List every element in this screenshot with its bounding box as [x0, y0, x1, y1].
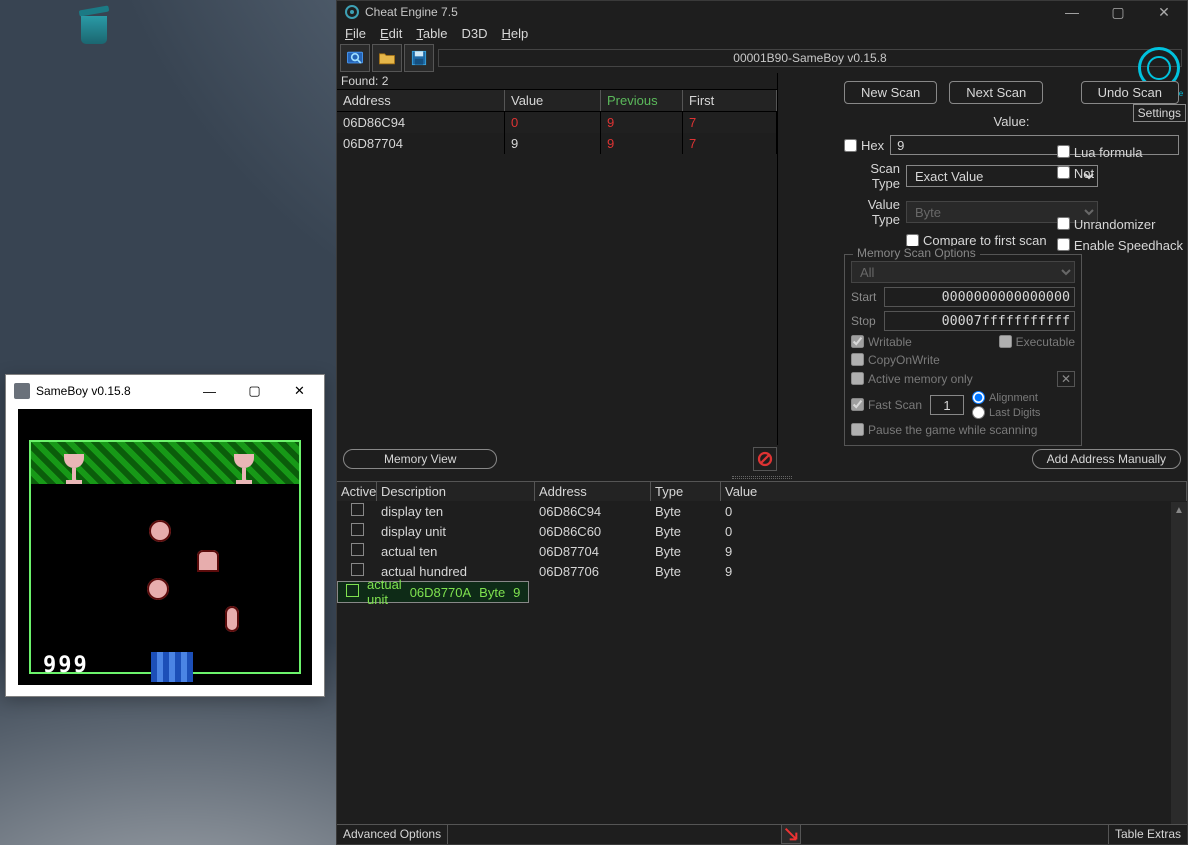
add-address-manually-button[interactable]: Add Address Manually: [1032, 449, 1181, 469]
found-label: Found: 2: [337, 73, 777, 89]
menu-help[interactable]: Help: [501, 26, 528, 41]
memory-view-button[interactable]: Memory View: [343, 449, 497, 469]
trophy-sprite: [229, 454, 259, 490]
executable-checkbox: [999, 335, 1012, 348]
cheat-row[interactable]: display unit06D86C60Byte0: [337, 521, 1187, 541]
menu-d3d[interactable]: D3D: [461, 26, 487, 41]
maximize-button[interactable]: ▢: [232, 376, 277, 406]
score-text: 999: [43, 653, 89, 678]
fastscan-value-input[interactable]: [930, 395, 964, 415]
table-extras-button[interactable]: Table Extras: [1108, 825, 1187, 844]
ce-titlebar[interactable]: Cheat Engine 7.5 — ▢ ✕: [337, 1, 1187, 23]
lastdigits-radio[interactable]: [972, 406, 985, 419]
activeonly-checkbox: [851, 372, 864, 385]
enemy-sprite: [197, 550, 219, 572]
add-to-list-button[interactable]: [781, 824, 801, 844]
alignment-radio[interactable]: [972, 391, 985, 404]
scan-stop-input[interactable]: [884, 311, 1075, 331]
toolbar: 00001B90-SameBoy v0.15.8: [337, 43, 1187, 73]
minimize-button[interactable]: —: [1049, 1, 1095, 23]
sameboy-title: SameBoy v0.15.8: [36, 384, 131, 398]
scan-region-select: All: [851, 261, 1075, 283]
hex-checkbox[interactable]: [844, 139, 857, 152]
menu-file[interactable]: File: [345, 26, 366, 41]
game-viewport: 999: [18, 409, 312, 685]
value-label: Value:: [994, 114, 1030, 129]
cheat-row[interactable]: actual unit06D8770AByte9: [337, 581, 529, 603]
cheat-row[interactable]: actual hundred06D87706Byte9: [337, 561, 1187, 581]
waterfall-tile: [151, 652, 193, 682]
valuetype-label: Value Type: [844, 197, 900, 227]
scroll-up-icon[interactable]: ▲: [1171, 502, 1187, 518]
cheat-row[interactable]: display ten06D86C94Byte0: [337, 501, 1187, 521]
ce-title: Cheat Engine 7.5: [365, 5, 458, 19]
fastscan-checkbox: [851, 398, 864, 411]
open-file-button[interactable]: [372, 44, 402, 72]
cheat-row[interactable]: actual ten06D87704Byte9: [337, 541, 1187, 561]
scantype-label: Scan Type: [844, 161, 900, 191]
copyonwrite-checkbox: [851, 353, 864, 366]
cheat-table-header[interactable]: Active Description Address Type Value: [337, 482, 1187, 501]
disable-icon[interactable]: [753, 447, 777, 471]
projectile-sprite: [225, 606, 239, 632]
save-button[interactable]: [404, 44, 434, 72]
advanced-options-button[interactable]: Advanced Options: [337, 825, 448, 844]
active-checkbox[interactable]: [351, 523, 364, 536]
pause-checkbox: [851, 423, 864, 436]
status-bar: Advanced Options Table Extras: [337, 824, 1187, 844]
col-address[interactable]: Address: [337, 90, 505, 111]
col-value[interactable]: Value: [505, 90, 601, 111]
memory-scan-options: Memory Scan Options All Start Stop Writa…: [844, 254, 1082, 446]
clear-icon[interactable]: ✕: [1057, 371, 1075, 387]
trophy-sprite: [59, 454, 89, 490]
result-row[interactable]: 06D86C94097: [337, 112, 777, 133]
result-row[interactable]: 06D87704997: [337, 133, 777, 154]
close-button[interactable]: ✕: [277, 376, 322, 406]
active-checkbox[interactable]: [351, 543, 364, 556]
next-scan-button[interactable]: Next Scan: [949, 81, 1043, 104]
minimize-button[interactable]: —: [187, 376, 232, 406]
mid-toolbar: Memory View Add Address Manually: [337, 445, 1187, 473]
active-checkbox[interactable]: [346, 584, 359, 597]
select-process-button[interactable]: [340, 44, 370, 72]
menu-edit[interactable]: Edit: [380, 26, 402, 41]
menu-table[interactable]: Table: [416, 26, 447, 41]
scan-results-panel: Found: 2 Address Value Previous First 06…: [337, 73, 778, 445]
undo-scan-button[interactable]: Undo Scan: [1081, 81, 1179, 104]
scan-panel: New Scan Next Scan Undo Scan Value: Hex …: [778, 73, 1187, 445]
scrollbar[interactable]: ▲: [1171, 502, 1187, 824]
col-previous[interactable]: Previous: [601, 90, 683, 111]
active-checkbox[interactable]: [351, 503, 364, 516]
scan-start-input[interactable]: [884, 287, 1075, 307]
cheat-table: Active Description Address Type Value di…: [337, 481, 1187, 824]
new-scan-button[interactable]: New Scan: [844, 81, 937, 104]
recycle-bin-icon[interactable]: [75, 6, 121, 52]
attached-process-label: 00001B90-SameBoy v0.15.8: [438, 49, 1182, 67]
enemy-sprite: [147, 578, 169, 600]
sameboy-app-icon: [14, 383, 30, 399]
menubar[interactable]: File Edit Table D3D Help: [337, 23, 1187, 43]
results-header[interactable]: Address Value Previous First: [337, 89, 777, 112]
lua-formula-checkbox[interactable]: [1057, 145, 1070, 158]
cheat-engine-window: Cheat Engine 7.5 — ▢ ✕ File Edit Table D…: [336, 0, 1188, 845]
not-checkbox[interactable]: [1057, 166, 1070, 179]
sameboy-titlebar[interactable]: SameBoy v0.15.8 — ▢ ✕: [6, 375, 324, 407]
maximize-button[interactable]: ▢: [1095, 1, 1141, 23]
speedhack-checkbox[interactable]: [1057, 238, 1070, 251]
splitter-handle[interactable]: [337, 473, 1187, 481]
active-checkbox[interactable]: [351, 563, 364, 576]
ce-app-icon: [345, 5, 359, 19]
col-first[interactable]: First: [683, 90, 777, 111]
close-button[interactable]: ✕: [1141, 1, 1187, 23]
writable-checkbox: [851, 335, 864, 348]
player-sprite: [149, 520, 171, 542]
unrandomizer-checkbox[interactable]: [1057, 217, 1070, 230]
sameboy-window: SameBoy v0.15.8 — ▢ ✕ 999: [5, 374, 325, 697]
